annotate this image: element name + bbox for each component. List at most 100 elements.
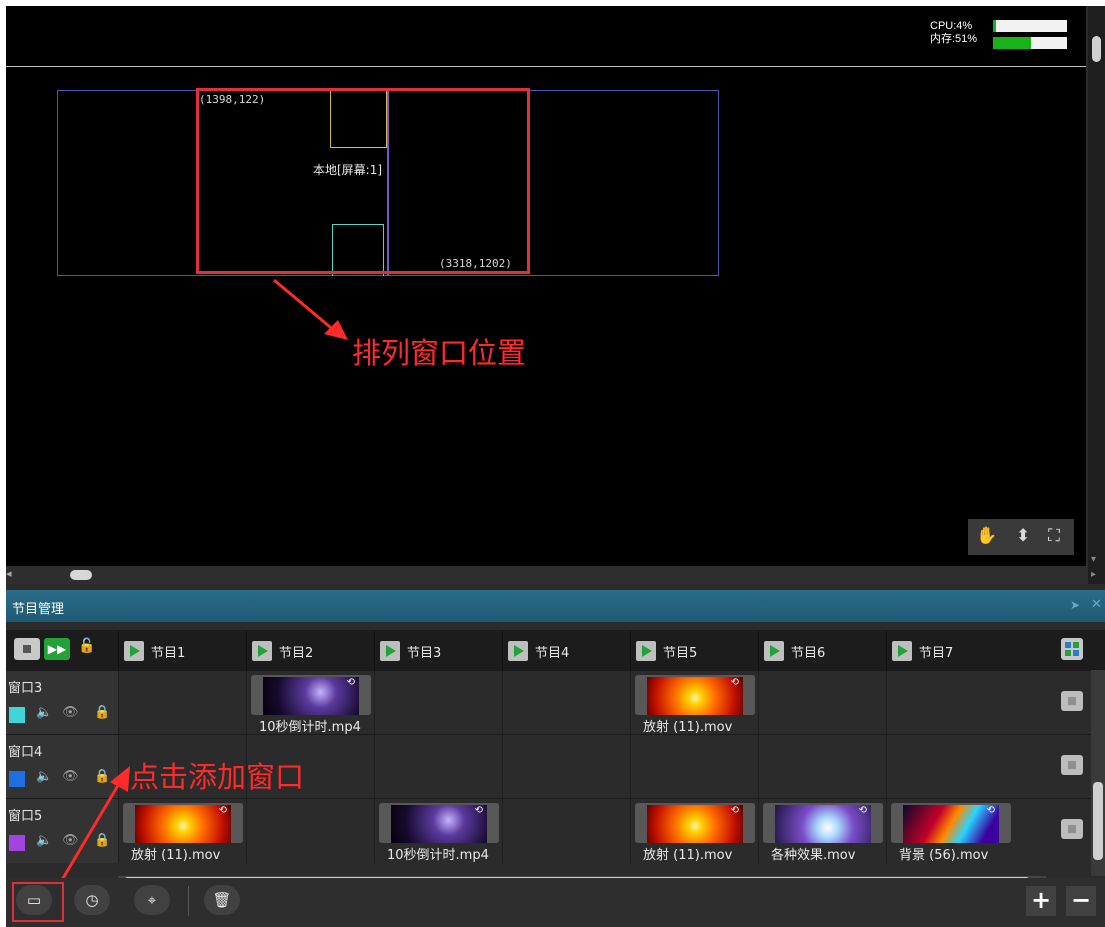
row-stop-column bbox=[1051, 799, 1091, 863]
hand-icon[interactable]: ✋ bbox=[976, 526, 997, 546]
program-cell[interactable]: ⟲ 放射 (11).mov bbox=[630, 671, 759, 735]
row-stop-column bbox=[1051, 735, 1091, 799]
panel-title: 节目管理 bbox=[12, 602, 65, 617]
program-cell[interactable]: ⟲ 背景 (56).mov bbox=[886, 799, 1015, 863]
window-color-swatch[interactable] bbox=[9, 707, 25, 723]
program-cell[interactable]: ⟲ 各种效果.mov bbox=[758, 799, 887, 863]
play-icon[interactable] bbox=[124, 641, 144, 661]
row-stop-button[interactable] bbox=[1061, 755, 1083, 775]
canvas-horizontal-scrollbar[interactable]: ◂ bbox=[6, 566, 1088, 584]
bottom-toolbar: ▭ ◷ ⌖ 🗑 + − bbox=[6, 878, 1105, 927]
screen-label: 本地[屏幕:1] bbox=[313, 163, 383, 177]
up-down-arrow-icon[interactable]: ⬍ bbox=[1016, 526, 1030, 546]
clip-thumbnail bbox=[391, 805, 487, 843]
clip-card[interactable]: ⟲ bbox=[635, 675, 755, 715]
lock-icon[interactable]: 🔓 bbox=[78, 638, 95, 660]
clip-thumbnail bbox=[775, 805, 871, 843]
horizontal-scroll-thumb[interactable] bbox=[70, 570, 92, 580]
program-cell[interactable] bbox=[630, 735, 759, 799]
remove-button[interactable]: − bbox=[1066, 886, 1096, 916]
clip-name: 10秒倒计时.mp4 bbox=[259, 720, 361, 735]
layout-canvas[interactable]: CPU:4% 内存:51% (1398,122) (3318,1202) 本地[… bbox=[6, 6, 1086, 566]
scroll-right-arrow-icon[interactable]: ▸ bbox=[1091, 569, 1096, 580]
scroll-down-arrow-icon[interactable]: ▾ bbox=[1091, 554, 1096, 565]
pin-icon[interactable]: ➤ bbox=[1070, 598, 1080, 612]
canvas-vertical-scrollbar[interactable]: ▾ ▸ bbox=[1088, 6, 1105, 584]
clip-thumbnail bbox=[263, 677, 359, 715]
clip-card[interactable]: ⟲ bbox=[123, 803, 243, 843]
program-cell[interactable] bbox=[118, 671, 247, 735]
window-color-swatch[interactable] bbox=[9, 835, 25, 851]
annotation-arrow-bottom bbox=[60, 766, 130, 881]
clip-thumbnail bbox=[647, 805, 743, 843]
clip-name: 背景 (56).mov bbox=[899, 848, 989, 863]
program-header-row: ▶▶ 🔓 节目1 节目2 节目3 节目4 节目5 节目6 节目7 bbox=[6, 630, 1105, 670]
window-name: 窗口3 bbox=[8, 681, 43, 696]
program-label: 节目5 bbox=[663, 646, 698, 661]
coord-bottomright: (3318,1202) bbox=[439, 257, 512, 270]
program-cell[interactable] bbox=[502, 799, 631, 863]
grid-vertical-scroll-thumb[interactable] bbox=[1093, 782, 1103, 860]
program-tab-1[interactable]: 节目1 bbox=[118, 630, 247, 670]
app-window: CPU:4% 内存:51% (1398,122) (3318,1202) 本地[… bbox=[6, 6, 1105, 927]
clip-name: 放射 (11).mov bbox=[131, 848, 221, 863]
add-button[interactable]: + bbox=[1026, 886, 1056, 916]
program-cell[interactable] bbox=[374, 671, 503, 735]
clip-card[interactable]: ⟲ bbox=[891, 803, 1011, 843]
play-icon[interactable] bbox=[636, 641, 656, 661]
program-cell[interactable]: ⟲ 放射 (11).mov bbox=[630, 799, 759, 863]
play-icon[interactable] bbox=[380, 641, 400, 661]
play-icon[interactable] bbox=[508, 641, 528, 661]
clip-name: 10秒倒计时.mp4 bbox=[387, 848, 489, 863]
clip-card[interactable]: ⟲ bbox=[379, 803, 499, 843]
window-color-swatch[interactable] bbox=[9, 771, 25, 787]
view-tools: ✋ ⬍ ⛶ bbox=[968, 519, 1074, 555]
clip-card[interactable]: ⟲ bbox=[763, 803, 883, 843]
volume-icon[interactable]: 🔈 bbox=[36, 705, 52, 720]
program-cell[interactable] bbox=[758, 671, 887, 735]
clip-card[interactable]: ⟲ bbox=[251, 675, 371, 715]
mem-bar bbox=[993, 37, 1067, 49]
coord-topleft: (1398,122) bbox=[199, 93, 266, 106]
play-icon[interactable] bbox=[764, 641, 784, 661]
grid-vertical-scrollbar[interactable] bbox=[1091, 670, 1105, 876]
lock-icon[interactable]: 🔒 bbox=[94, 705, 110, 720]
mem-bar-fill bbox=[993, 37, 1031, 49]
program-cell[interactable] bbox=[886, 735, 1015, 799]
row-stop-button[interactable] bbox=[1061, 819, 1083, 839]
add-program-button[interactable] bbox=[1061, 638, 1083, 660]
program-cell[interactable] bbox=[758, 735, 887, 799]
clip-card[interactable]: ⟲ bbox=[635, 803, 755, 843]
row-stop-button[interactable] bbox=[1061, 691, 1083, 711]
window-header[interactable]: 窗口3 🔈 👁 🔒 bbox=[6, 671, 118, 735]
program-cell[interactable]: ⟲ 10秒倒计时.mp4 bbox=[374, 799, 503, 863]
program-cell[interactable] bbox=[886, 671, 1015, 735]
eye-icon[interactable]: 👁 bbox=[62, 705, 79, 720]
stop-all-button[interactable] bbox=[14, 638, 40, 660]
program-tab-2[interactable]: 节目2 bbox=[246, 630, 375, 670]
window-icon[interactable]: ▭ bbox=[16, 885, 52, 915]
program-cell[interactable] bbox=[246, 799, 375, 863]
locate-icon[interactable]: ⌖ bbox=[134, 885, 170, 915]
close-icon[interactable]: ✕ bbox=[1091, 597, 1102, 612]
program-cell[interactable] bbox=[502, 671, 631, 735]
play-icon[interactable] bbox=[252, 641, 272, 661]
canvas-divider bbox=[6, 66, 1086, 67]
scroll-left-arrow-icon[interactable]: ◂ bbox=[6, 567, 12, 580]
program-tab-3[interactable]: 节目3 bbox=[374, 630, 503, 670]
program-cell[interactable] bbox=[502, 735, 631, 799]
program-cell[interactable]: ⟲ 放射 (11).mov bbox=[118, 799, 247, 863]
vertical-scroll-thumb[interactable] bbox=[1092, 36, 1101, 62]
trash-icon[interactable]: 🗑 bbox=[204, 885, 240, 915]
program-tab-4[interactable]: 节目4 bbox=[502, 630, 631, 670]
program-tab-5[interactable]: 节目5 bbox=[630, 630, 759, 670]
cpu-bar bbox=[993, 20, 1067, 32]
clock-icon[interactable]: ◷ bbox=[74, 885, 110, 915]
program-cell[interactable]: ⟲ 10秒倒计时.mp4 bbox=[246, 671, 375, 735]
program-cell[interactable] bbox=[374, 735, 503, 799]
fit-screen-icon[interactable]: ⛶ bbox=[1048, 526, 1060, 546]
play-icon[interactable] bbox=[892, 641, 912, 661]
program-tab-7[interactable]: 节目7 bbox=[886, 630, 1015, 670]
program-tab-6[interactable]: 节目6 bbox=[758, 630, 887, 670]
play-all-button[interactable]: ▶▶ bbox=[44, 638, 70, 660]
